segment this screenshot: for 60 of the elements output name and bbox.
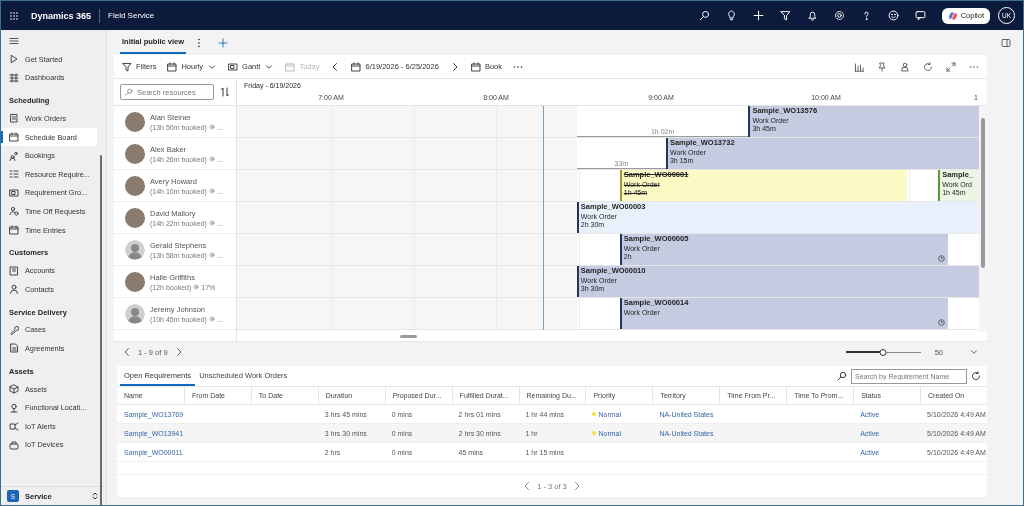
grid-icon: [9, 187, 19, 198]
people-icon: [9, 150, 19, 161]
bars-icon[interactable]: [854, 61, 864, 72]
alert-icon: [9, 421, 19, 432]
copilot-icon: [947, 10, 958, 21]
dashboard-icon: [9, 72, 19, 83]
calendar-icon: [167, 61, 178, 72]
person-icon: [9, 284, 19, 295]
ring-icon: [208, 124, 215, 130]
calendar-icon: [9, 225, 19, 236]
cube-icon: [9, 384, 19, 394]
ring-icon: [208, 252, 215, 258]
brand-name[interactable]: Dynamics 365: [31, 10, 92, 21]
person-clock-icon: [9, 206, 19, 217]
search-icon: [837, 371, 847, 381]
chat-icon[interactable]: [914, 10, 926, 21]
filter-icon[interactable]: [779, 10, 791, 21]
up-down-icon: [90, 491, 100, 501]
device-icon: [9, 439, 19, 450]
smiley-icon[interactable]: [887, 10, 899, 21]
chevron-left-icon[interactable]: [122, 347, 132, 357]
search-icon: [125, 88, 133, 96]
refresh-icon[interactable]: [971, 371, 981, 381]
list-icon: [9, 169, 19, 180]
ring-icon: [208, 316, 215, 322]
app-launcher-icon[interactable]: [9, 10, 19, 21]
ring-icon: [208, 188, 215, 194]
calendar-icon: [285, 61, 296, 72]
scrollbar[interactable]: [979, 106, 987, 332]
calendar-icon: [351, 61, 362, 72]
grid-icon: [228, 61, 239, 72]
scrollbar[interactable]: [100, 155, 102, 505]
zoom-slider[interactable]: [845, 348, 921, 356]
lightbulb-icon[interactable]: [725, 10, 737, 21]
play-icon: [9, 54, 19, 65]
settings-icon[interactable]: [833, 10, 845, 21]
building-icon: [9, 265, 19, 276]
app-name: Field Service: [108, 11, 155, 20]
calendar-icon: [9, 132, 19, 143]
ring-icon: [193, 284, 200, 290]
document-icon: [9, 343, 19, 354]
chevron-down-icon[interactable]: [969, 347, 979, 357]
calendar-icon: [470, 61, 481, 72]
clock-icon: [938, 319, 946, 326]
pinboard-icon[interactable]: [877, 61, 887, 72]
wrench-icon: [9, 324, 19, 335]
pin-icon: [9, 402, 19, 413]
menu-icon[interactable]: [9, 36, 19, 46]
refresh-icon[interactable]: [923, 61, 933, 72]
filter-icon: [122, 61, 132, 72]
clipboard-icon: [9, 113, 19, 124]
expand-icon[interactable]: [946, 61, 956, 72]
bell-icon[interactable]: [806, 10, 818, 21]
split-icon[interactable]: [1001, 38, 1011, 48]
ring-icon: [208, 156, 215, 162]
ring-icon: [208, 220, 215, 226]
search-icon[interactable]: [698, 10, 710, 21]
scrollbar-thumb[interactable]: [400, 335, 417, 338]
sort-icon[interactable]: [220, 87, 230, 97]
clock-icon: [938, 255, 946, 262]
